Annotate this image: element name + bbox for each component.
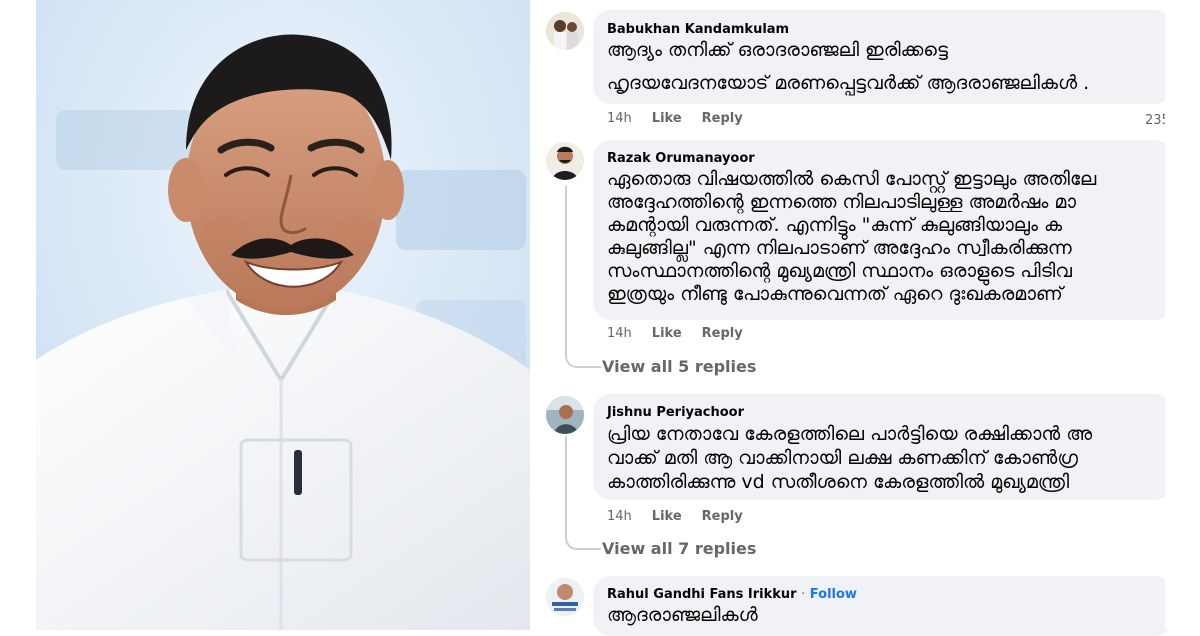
person-photo-icon: [546, 142, 584, 180]
comment-author[interactable]: Babukhan Kandamkulam: [607, 22, 789, 37]
comment-text-line: ഏതൊരു വിഷയത്തിൽ കെസി പോസ്റ്റ് ഇട്ടാലും അ…: [607, 168, 1097, 190]
thread-line: [565, 532, 601, 550]
comment-text-line: കുലുങ്ങില്ല" എന്ന നിലപാടാണ് അദ്ദേഹം സ്വീ…: [607, 237, 1072, 259]
comment-actions: 14h Like Reply: [607, 111, 763, 126]
person-photo-icon: [546, 396, 584, 434]
view-replies-link[interactable]: View all 5 replies: [602, 357, 756, 376]
avatar[interactable]: [546, 578, 584, 616]
avatar[interactable]: [546, 142, 584, 180]
comment-actions: 14h Like Reply: [607, 509, 763, 524]
comment-text-line: പ്രിയ നേതാവേ കേരളത്തിലെ പാർട്ടിയെ രക്ഷിക…: [607, 423, 1093, 445]
comment-text-line: ഇത്രയും നീണ്ടു പോകുന്നുവെന്നത് ഏറെ ദുഃഖക…: [607, 283, 1063, 305]
politician-photo: [36, 0, 530, 630]
comment-text-line: സംസ്ഥാനത്തിന്റെ മുഖ്യമന്ത്രി സ്ഥാനം ഒരാള…: [607, 260, 1072, 282]
comment-text-line: ആദരാഞ്ജലികൾ: [607, 604, 758, 626]
follow-button[interactable]: Follow: [810, 587, 857, 602]
comment-author-line: Rahul Gandhi Fans Irikkur · Follow: [607, 587, 857, 602]
comment-author[interactable]: Rahul Gandhi Fans Irikkur: [607, 587, 797, 602]
reply-button[interactable]: Reply: [702, 509, 743, 524]
avatar[interactable]: [546, 12, 584, 50]
reply-button[interactable]: Reply: [702, 326, 743, 341]
politician-illustration: [36, 0, 530, 630]
comment-actions: 14h Like Reply: [607, 326, 763, 341]
comment-text-line: അദ്ദേഹത്തിന്റെ ഇന്നത്തെ നിലപാടിലുള്ള അമർ…: [607, 191, 1076, 213]
view-replies-link[interactable]: View all 7 replies: [602, 539, 756, 558]
thread-line: [565, 436, 567, 538]
comment-author[interactable]: Jishnu Periyachoor: [607, 405, 744, 420]
person-photo-icon: [546, 12, 584, 50]
like-button[interactable]: Like: [652, 509, 682, 524]
thread-line: [565, 350, 601, 368]
like-button[interactable]: Like: [652, 326, 682, 341]
comment-time[interactable]: 14h: [607, 326, 632, 341]
comment-text-line: കമന്റായി വരുന്നത്. എന്നിട്ടും "കുന്ന് കു…: [607, 214, 1063, 236]
comment-text-line: ഹൃദയവേദനയോട് മരണപ്പെട്ടവർക്ക് ആദരാഞ്ജലിക…: [607, 72, 1090, 94]
comment-text-line: കാത്തിരിക്കുന്നു vd സതീശനെ കേരളത്തിൽ മുഖ…: [607, 471, 1070, 493]
comment-author[interactable]: Razak Orumanayoor: [607, 151, 755, 166]
reply-button[interactable]: Reply: [702, 111, 743, 126]
page-logo-icon: [546, 578, 584, 616]
like-button[interactable]: Like: [652, 111, 682, 126]
thread-line: [565, 186, 567, 356]
avatar[interactable]: [546, 396, 584, 434]
separator: ·: [801, 587, 806, 602]
right-margin: [1165, 0, 1200, 630]
comment-time[interactable]: 14h: [607, 509, 632, 524]
comment-text-line: വാക്ക് മതി ആ വാക്കിനായി ലക്ഷ കണക്കിന് കോ…: [607, 447, 1078, 469]
comment-time[interactable]: 14h: [607, 111, 632, 126]
comment-text-line: ആദ്യം തനിക്ക് ഒരാദരാഞ്ജലി ഇരിക്കട്ടെ: [607, 39, 948, 61]
